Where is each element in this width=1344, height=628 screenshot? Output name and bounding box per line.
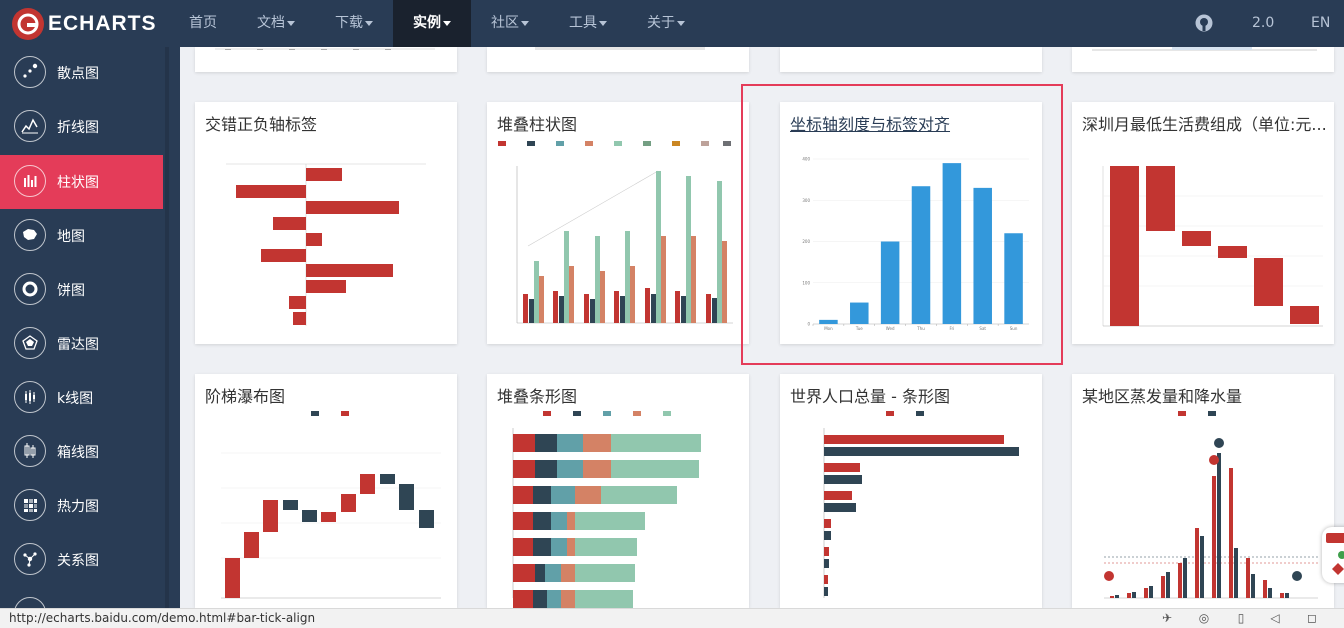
chevron-down-icon (521, 20, 529, 26)
sidebar-item-label: 饼图 (57, 283, 85, 299)
nav-community-label: 社区 (491, 15, 519, 31)
github-icon[interactable] (1195, 14, 1213, 32)
sidebar-item-label: 散点图 (57, 66, 99, 82)
pin-icon[interactable]: ✈ (1160, 611, 1174, 625)
browser-status-bar: http://echarts.baidu.com/demo.html#bar-t… (0, 608, 1344, 628)
sidebar-item-label: 雷达图 (57, 337, 99, 353)
top-navbar: ECHARTS 首页 文档 下载 实例 社区 工具 关于 2.0 EN (0, 0, 1344, 47)
nav-about-label: 关于 (647, 15, 675, 31)
volume-icon[interactable]: ◁ (1268, 611, 1282, 625)
sidebar-item-label: 热力图 (57, 499, 99, 515)
sidebar: 散点图 折线图 柱状图 地图 饼图 雷达图 k线图 箱线图 热力图 关系图 (0, 47, 180, 612)
radar-icon (14, 327, 46, 359)
logo-mark-icon (12, 8, 44, 40)
echarts-logo[interactable]: ECHARTS (12, 6, 172, 40)
card-thumbnail (1104, 411, 1318, 599)
boxplot-icon (14, 435, 46, 467)
feedback-icon (1326, 533, 1344, 575)
scatter-icon (14, 56, 46, 88)
chart-card-partial[interactable] (487, 47, 749, 72)
chart-card-partial[interactable] (1072, 47, 1334, 72)
status-url: http://echarts.baidu.com/demo.html#bar-t… (9, 611, 316, 625)
sidebar-item-line[interactable]: 折线图 (0, 100, 163, 154)
nav-examples-label: 实例 (413, 15, 441, 31)
nav-tools[interactable]: 工具 (569, 0, 607, 47)
heatmap-icon (14, 489, 46, 521)
card-title: 世界人口总量 - 条形图 (790, 387, 950, 406)
nav-community[interactable]: 社区 (491, 0, 529, 47)
sidebar-item-heatmap[interactable]: 热力图 (0, 479, 163, 533)
sidebar-item-bar[interactable]: 柱状图 (0, 155, 163, 209)
sidebar-item-pie[interactable]: 饼图 (0, 263, 163, 317)
chart-card-step-waterfall[interactable]: 阶梯瀑布图 (195, 374, 457, 608)
card-thumbnail (498, 141, 733, 324)
nav-about[interactable]: 关于 (647, 0, 685, 47)
nav-examples[interactable]: 实例 (393, 0, 471, 47)
chevron-down-icon (443, 20, 451, 26)
chevron-down-icon (365, 20, 373, 26)
nav-home[interactable]: 首页 (189, 0, 217, 47)
chart-card-evaporation-rainfall[interactable]: 某地区蒸发量和降水量 (1072, 374, 1334, 608)
sidebar-item-label: 地图 (57, 229, 85, 245)
card-title: 堆叠柱状图 (497, 115, 578, 134)
chart-card-staggered-labels[interactable]: 交错正负轴标签 (195, 102, 457, 344)
sidebar-item-graph[interactable]: 关系图 (0, 533, 163, 587)
sidebar-item-label: k线图 (57, 391, 94, 407)
graph-icon (14, 543, 46, 575)
card-thumbnail (535, 47, 705, 50)
floating-feedback-widget[interactable] (1322, 527, 1344, 583)
map-icon (14, 219, 46, 251)
chevron-down-icon (599, 20, 607, 26)
brand-name: ECHARTS (48, 12, 157, 35)
card-thumbnail (226, 163, 426, 326)
trash-icon[interactable]: ▯ (1234, 611, 1248, 625)
line-chart-icon (14, 110, 46, 142)
chart-card-stacked-bar[interactable]: 堆叠柱状图 (487, 102, 749, 344)
nav-docs-label: 文档 (257, 15, 285, 31)
chart-card-shenzhen-waterfall[interactable]: 深圳月最低生活费组成（单位:元... (1072, 102, 1334, 344)
sidebar-item-label: 箱线图 (57, 445, 99, 461)
nav-home-label: 首页 (189, 15, 217, 31)
chart-card-world-population[interactable]: 世界人口总量 - 条形图 (780, 374, 1042, 608)
card-thumbnail (1102, 166, 1323, 327)
chevron-down-icon (287, 20, 295, 26)
nav-download-label: 下载 (335, 15, 363, 31)
card-thumbnail (221, 411, 441, 599)
sidebar-item-candlestick[interactable]: k线图 (0, 371, 163, 425)
card-thumbnail (215, 48, 435, 50)
selected-card-highlight (741, 84, 1063, 365)
chart-card-partial[interactable] (195, 47, 457, 72)
chart-card-stacked-horizontal[interactable]: 堆叠条形图 (487, 374, 749, 608)
nav-download[interactable]: 下载 (335, 0, 373, 47)
card-thumbnail (1092, 47, 1317, 51)
pie-chart-icon (14, 273, 46, 305)
sidebar-item-boxplot[interactable]: 箱线图 (0, 425, 163, 479)
chevron-down-icon (677, 20, 685, 26)
bar-chart-icon (14, 165, 46, 197)
language-switch[interactable]: EN (1311, 0, 1330, 47)
nav-tools-label: 工具 (569, 15, 597, 31)
card-thumbnail (512, 411, 701, 608)
sidebar-item-label: 关系图 (57, 553, 99, 569)
sidebar-item-label: 折线图 (57, 120, 99, 136)
version-link[interactable]: 2.0 (1252, 0, 1274, 47)
compass-icon[interactable]: ◎ (1197, 611, 1211, 625)
window-icon[interactable]: ◻ (1305, 611, 1319, 625)
sidebar-scrollbar[interactable] (165, 47, 169, 612)
card-thumbnail (823, 411, 1019, 598)
candlestick-icon (14, 381, 46, 413)
sidebar-item-label: 柱状图 (57, 175, 99, 191)
sidebar-item-map[interactable]: 地图 (0, 209, 163, 263)
sidebar-item-radar[interactable]: 雷达图 (0, 317, 163, 371)
card-title: 阶梯瀑布图 (205, 387, 286, 406)
card-title: 堆叠条形图 (497, 387, 578, 406)
card-title: 某地区蒸发量和降水量 (1082, 387, 1243, 406)
chart-card-partial[interactable] (780, 47, 1042, 72)
card-title: 交错正负轴标签 (205, 115, 318, 134)
card-title: 深圳月最低生活费组成（单位:元... (1082, 115, 1327, 134)
nav-docs[interactable]: 文档 (257, 0, 295, 47)
sidebar-item-scatter[interactable]: 散点图 (0, 47, 163, 100)
